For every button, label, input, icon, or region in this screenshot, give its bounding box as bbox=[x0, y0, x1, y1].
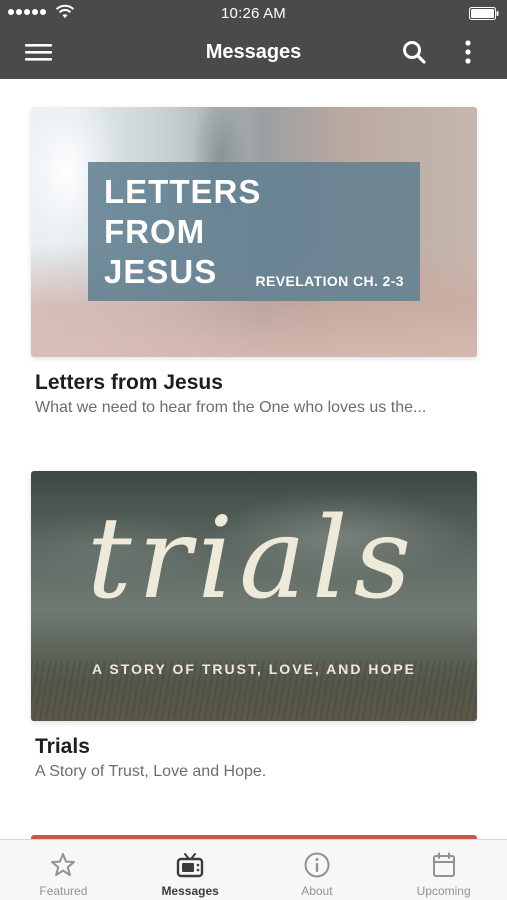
status-time: 10:26 AM bbox=[221, 5, 286, 22]
more-vertical-icon[interactable] bbox=[456, 38, 480, 66]
artwork-tagline: A STORY OF TRUST, LOVE, AND HOPE bbox=[91, 661, 417, 677]
tv-icon bbox=[176, 853, 204, 878]
tab-label: Messages bbox=[161, 884, 219, 898]
artwork-reference: REVELATION CH. 2-3 bbox=[255, 273, 404, 289]
artwork-script-title: trials bbox=[87, 499, 417, 624]
calendar-icon bbox=[432, 852, 455, 877]
tab-featured[interactable]: Featured bbox=[0, 840, 127, 900]
tab-label: Upcoming bbox=[416, 884, 471, 898]
page-title: Messages bbox=[205, 41, 302, 63]
series-artwork: LETTERS FROM JESUS REVELATION CH. 2-3 bbox=[31, 107, 477, 357]
card-title: Trials bbox=[35, 735, 90, 758]
tab-label: Featured bbox=[39, 884, 88, 898]
tab-messages[interactable]: Messages bbox=[127, 840, 254, 900]
svg-text:trials: trials bbox=[87, 499, 417, 624]
tab-bar: Featured Messages About Upcoming bbox=[0, 839, 507, 900]
tab-about[interactable]: About bbox=[254, 840, 381, 900]
message-card-letters-from-jesus[interactable]: LETTERS FROM JESUS REVELATION CH. 2-3 Le… bbox=[31, 107, 477, 418]
search-icon[interactable] bbox=[400, 38, 428, 66]
series-artwork: trials A STORY OF TRUST, LOVE, AND HOPE bbox=[31, 471, 477, 721]
message-list: LETTERS FROM JESUS REVELATION CH. 2-3 Le… bbox=[0, 79, 507, 839]
battery-icon bbox=[469, 7, 499, 20]
top-bar: 10:26 AM Messages bbox=[0, 0, 507, 79]
card-subtitle: What we need to hear from the One who lo… bbox=[35, 399, 427, 416]
card-title: Letters from Jesus bbox=[35, 371, 223, 394]
card-subtitle: A Story of Trust, Love and Hope. bbox=[35, 763, 267, 780]
navigation-bar: Messages bbox=[0, 26, 507, 79]
status-bar: 10:26 AM bbox=[0, 0, 507, 26]
info-icon bbox=[304, 852, 330, 878]
artwork-title-panel: LETTERS FROM JESUS REVELATION CH. 2-3 bbox=[88, 162, 420, 301]
star-icon bbox=[51, 853, 76, 876]
tab-upcoming[interactable]: Upcoming bbox=[380, 840, 507, 900]
message-card-trials[interactable]: trials A STORY OF TRUST, LOVE, AND HOPE … bbox=[31, 471, 477, 782]
tab-label: About bbox=[301, 884, 333, 898]
